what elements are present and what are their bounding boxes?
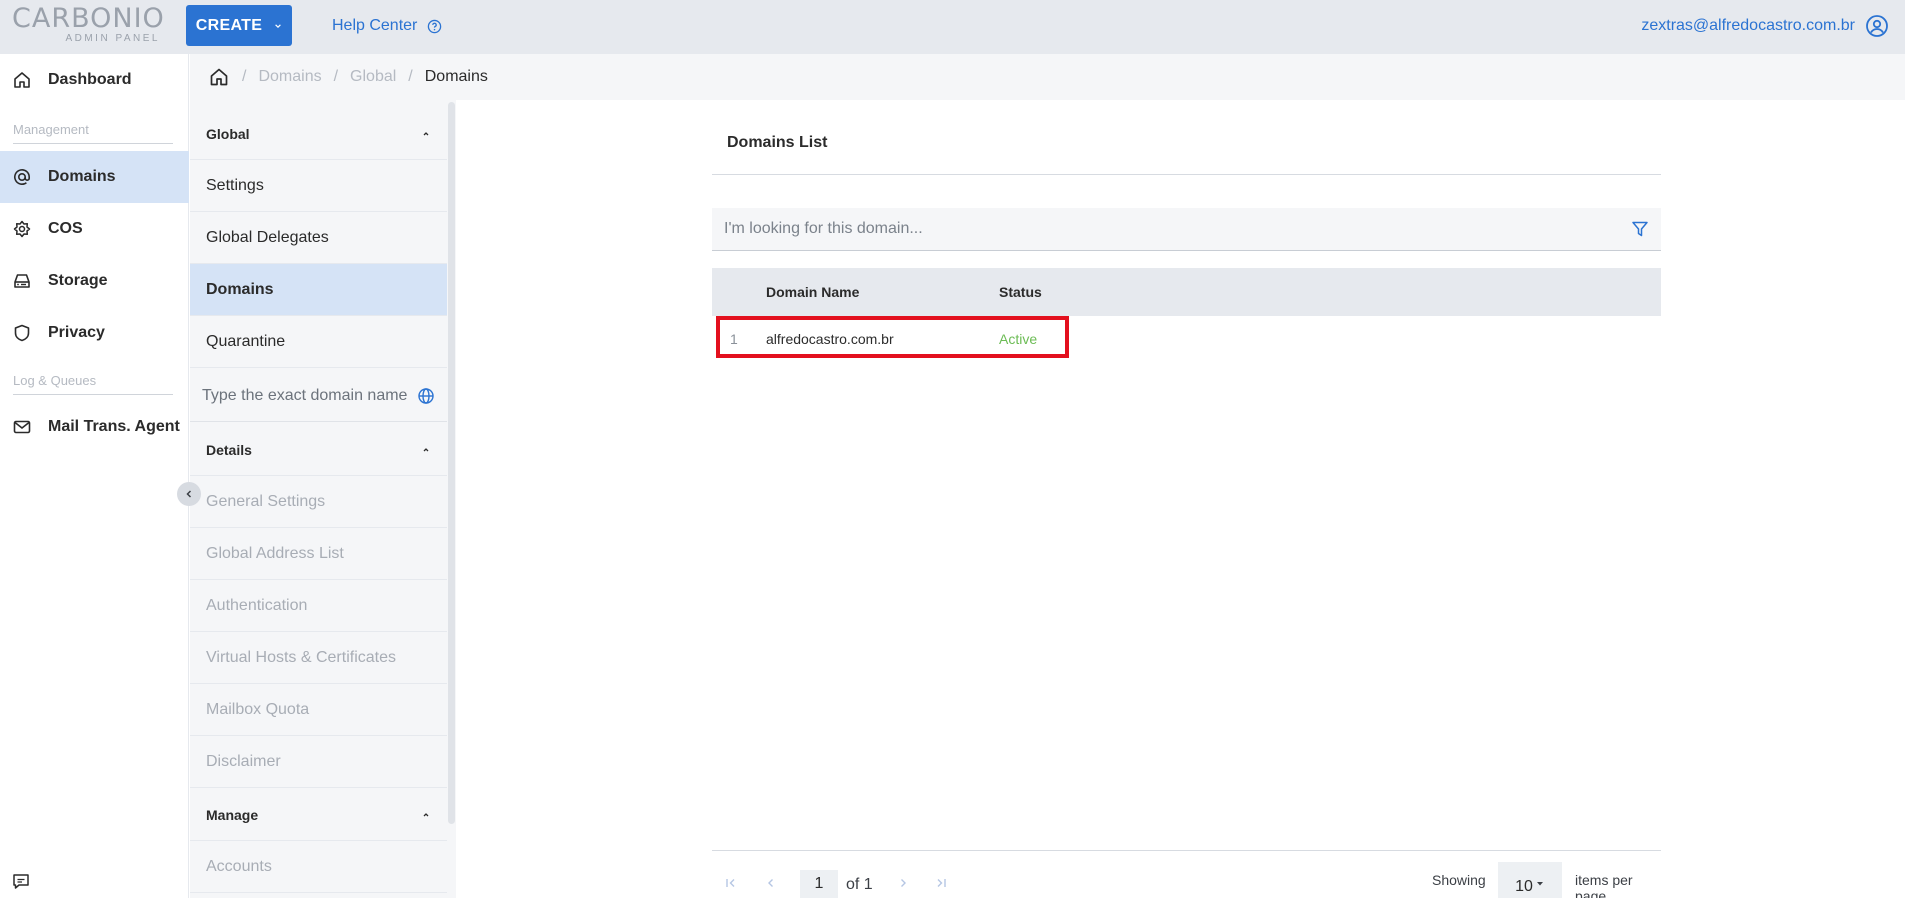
showing-label: Showing xyxy=(1432,872,1486,888)
table-header: Domain Name Status xyxy=(712,268,1661,316)
nav-item-label: Dashboard xyxy=(48,71,132,88)
nav-item-label: Privacy xyxy=(48,324,105,341)
section-header-label: Manage xyxy=(206,806,259,823)
mail-icon xyxy=(13,420,31,434)
chevron-up-icon xyxy=(423,447,429,451)
caret-down-icon xyxy=(1536,882,1543,886)
nav-item-domains[interactable]: Domains xyxy=(0,151,189,203)
logo-subtitle: ADMIN PANEL xyxy=(65,33,160,44)
menu-item-settings[interactable]: Settings xyxy=(190,160,447,212)
menu-item-authentication[interactable]: Authentication xyxy=(190,580,447,632)
next-page-icon[interactable] xyxy=(896,876,910,890)
chevron-down-icon xyxy=(275,23,282,28)
at-icon xyxy=(14,169,30,185)
user-email[interactable]: zextras@alfredocastro.com.br xyxy=(1641,14,1855,38)
nav-item-storage[interactable]: Storage xyxy=(0,255,189,307)
breadcrumb: / Domains / Global / Domains xyxy=(190,54,1905,100)
breadcrumb-separator: / xyxy=(242,68,247,85)
menu-item-disclaimer[interactable]: Disclaimer xyxy=(190,736,447,788)
footer-divider xyxy=(712,850,1661,851)
chat-icon[interactable] xyxy=(12,872,30,890)
nav-item-label: COS xyxy=(48,220,83,237)
nav-item-label: Storage xyxy=(48,272,108,289)
breadcrumb-item-global[interactable]: Global xyxy=(350,68,396,86)
nav-section-logs: Log & Queues xyxy=(13,373,173,395)
items-per-page-label: items per page xyxy=(1575,872,1633,898)
carbonio-logo[interactable]: CARBONIO ADMIN PANEL xyxy=(12,5,164,49)
help-center-label: Help Center xyxy=(332,17,418,34)
section-header-details[interactable]: Details xyxy=(190,424,447,476)
menu-item-virtual-hosts[interactable]: Virtual Hosts & Certificates xyxy=(190,632,447,684)
left-navigation: Dashboard Management Domains COS Storage… xyxy=(0,54,189,898)
menu-item-global-delegates[interactable]: Global Delegates xyxy=(190,212,447,264)
globe-icon xyxy=(418,387,435,404)
breadcrumb-separator: / xyxy=(333,68,339,85)
section-header-label: Details xyxy=(206,441,252,458)
section-header-label: Global xyxy=(206,125,250,142)
shield-icon xyxy=(14,324,30,342)
help-center-link[interactable]: Help Center xyxy=(332,14,442,38)
filter-icon[interactable] xyxy=(1631,220,1649,238)
title-divider xyxy=(712,174,1661,175)
domain-search-input[interactable]: I'm looking for this domain... xyxy=(712,208,1661,251)
section-header-global[interactable]: Global xyxy=(190,108,447,160)
previous-page-icon[interactable] xyxy=(764,876,778,890)
nav-item-dashboard[interactable]: Dashboard xyxy=(0,54,189,106)
column-header-status[interactable]: Status xyxy=(999,284,1042,300)
nav-section-management: Management xyxy=(13,122,173,144)
logo-text: CARBONIO xyxy=(12,3,165,34)
chevron-left-icon xyxy=(186,490,192,498)
menu-item-general-settings[interactable]: General Settings xyxy=(190,476,447,528)
page-title: Domains List xyxy=(727,134,828,151)
menu-item-global-address-list[interactable]: Global Address List xyxy=(190,528,447,580)
current-page-input[interactable]: 1 xyxy=(800,870,838,898)
domain-search-placeholder: I'm looking for this domain... xyxy=(724,220,923,237)
domain-name-search[interactable]: Type the exact domain name xyxy=(190,370,447,422)
nav-item-label: Domains xyxy=(48,168,116,185)
collapse-sidebar-button[interactable] xyxy=(177,482,201,506)
menu-item-domains[interactable]: Domains xyxy=(190,264,447,316)
sub-navigation-scrollbar[interactable] xyxy=(448,102,455,824)
row-highlight-box xyxy=(716,316,1069,358)
chevron-up-icon xyxy=(423,812,429,816)
section-header-manage[interactable]: Manage xyxy=(190,789,447,841)
storage-icon xyxy=(14,274,30,288)
question-circle-icon xyxy=(428,19,442,33)
domain-sub-navigation: Global Settings Global Delegates Domains… xyxy=(190,100,456,898)
pagination: 1 of 1 Showing 10 items per page xyxy=(712,862,1661,898)
items-per-page-value: 10 xyxy=(1515,878,1533,895)
home-icon xyxy=(14,72,30,88)
domains-list-panel: Domains List I'm looking for this domain… xyxy=(456,100,1905,898)
breadcrumb-item-current: Domains xyxy=(424,68,488,85)
nav-item-cos[interactable]: COS xyxy=(0,203,189,255)
cos-icon xyxy=(13,220,31,238)
breadcrumb-item-domains[interactable]: Domains xyxy=(258,68,321,86)
create-button-label: CREATE xyxy=(195,16,263,34)
page-total: of 1 xyxy=(846,876,873,893)
menu-item-mailbox-quota[interactable]: Mailbox Quota xyxy=(190,684,447,736)
top-bar: CARBONIO ADMIN PANEL CREATE Help Center … xyxy=(0,0,1905,54)
nav-item-privacy[interactable]: Privacy xyxy=(0,307,189,359)
user-account-icon[interactable] xyxy=(1865,14,1889,38)
menu-item-quarantine[interactable]: Quarantine xyxy=(190,316,447,368)
domain-name-search-placeholder: Type the exact domain name xyxy=(202,386,408,404)
home-icon[interactable] xyxy=(208,66,230,88)
create-button[interactable]: CREATE xyxy=(186,5,292,46)
menu-item-accounts[interactable]: Accounts xyxy=(190,841,447,893)
column-header-domain-name[interactable]: Domain Name xyxy=(766,284,859,300)
nav-item-mta[interactable]: Mail Trans. Agent xyxy=(0,401,189,453)
nav-item-label: Mail Trans. Agent xyxy=(48,418,180,435)
last-page-icon[interactable] xyxy=(934,876,948,890)
chevron-up-icon xyxy=(423,131,429,135)
breadcrumb-separator: / xyxy=(408,68,413,85)
items-per-page-select[interactable]: 10 xyxy=(1498,862,1562,898)
first-page-icon[interactable] xyxy=(724,876,738,890)
